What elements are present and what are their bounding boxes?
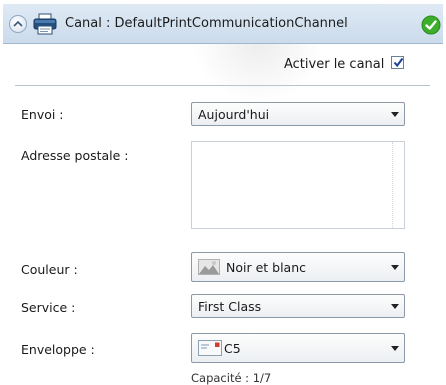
envelope-icon <box>198 340 222 356</box>
service-dropdown[interactable]: First Class <box>191 294 405 318</box>
activate-channel-checkbox[interactable] <box>391 56 404 69</box>
envoi-label: Envoi : <box>21 107 64 122</box>
enveloppe-dropdown[interactable]: C5 <box>191 333 405 363</box>
dropdown-arrow-icon <box>391 346 399 351</box>
adresse-label: Adresse postale : <box>21 148 129 163</box>
service-value: First Class <box>198 299 262 314</box>
enveloppe-label: Enveloppe : <box>21 342 95 357</box>
envoi-value: Aujourd'hui <box>198 107 270 122</box>
chevron-up-icon <box>13 20 23 27</box>
check-circle-icon <box>421 15 441 35</box>
collapse-button[interactable] <box>9 15 27 33</box>
dropdown-arrow-icon <box>391 112 399 117</box>
enveloppe-value: C5 <box>224 341 241 356</box>
background-glow <box>193 44 323 104</box>
capacity-text: Capacité : 1/7 <box>191 371 272 385</box>
couleur-value: Noir et blanc <box>226 260 307 275</box>
couleur-dropdown[interactable]: Noir et blanc <box>191 252 405 282</box>
checkmark-icon <box>393 57 404 68</box>
activate-channel-label: Activer le canal <box>284 57 385 72</box>
envoi-dropdown[interactable]: Aujourd'hui <box>191 102 405 126</box>
couleur-label: Couleur : <box>21 262 78 277</box>
channel-header: Canal : DefaultPrintCommunicationChannel <box>3 4 443 44</box>
channel-panel: Canal : DefaultPrintCommunicationChannel… <box>0 0 446 385</box>
grayscale-image-icon <box>198 259 220 275</box>
printer-icon <box>33 13 57 35</box>
channel-form: Activer le canal Envoi : Aujourd'hui Adr… <box>3 44 443 385</box>
channel-title: Canal : DefaultPrintCommunicationChannel <box>65 16 348 31</box>
textarea-scrollbar[interactable] <box>392 142 404 228</box>
adresse-textarea[interactable] <box>191 141 405 229</box>
dropdown-arrow-icon <box>391 265 399 270</box>
divider <box>15 85 430 86</box>
service-label: Service : <box>21 300 76 315</box>
dropdown-arrow-icon <box>391 304 399 309</box>
